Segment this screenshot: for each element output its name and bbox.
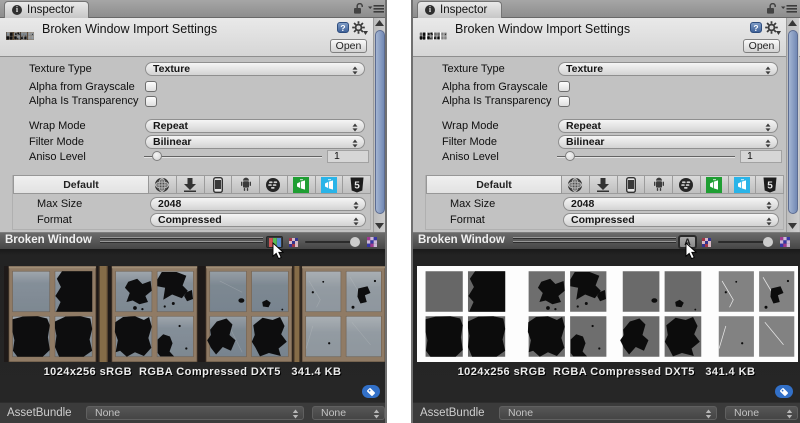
svg-text:5: 5	[354, 180, 360, 191]
svg-text:5: 5	[767, 180, 773, 191]
